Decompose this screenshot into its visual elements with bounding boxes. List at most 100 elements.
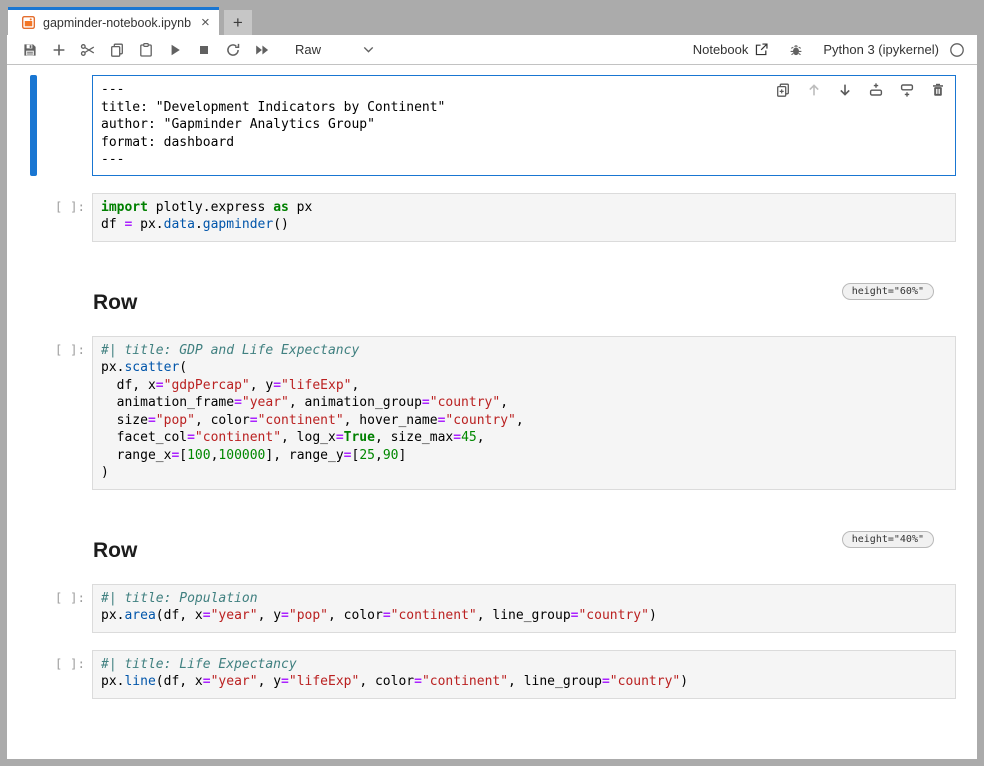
- cell-editor[interactable]: #| title: Populationpx.area(df, x="year"…: [92, 584, 956, 633]
- token-pl: (df, x: [156, 608, 203, 623]
- cell-collapser[interactable]: [30, 75, 37, 176]
- token-op: =: [234, 395, 242, 410]
- token-pl: (: [179, 360, 187, 375]
- token-pl: ,: [477, 430, 485, 445]
- insert-cell-above-button[interactable]: [868, 82, 884, 98]
- token-pl: animation_frame: [101, 395, 234, 410]
- cell-editor[interactable]: #| title: GDP and Life Expectancypx.scat…: [92, 336, 956, 490]
- token-pl: df, x: [101, 378, 156, 393]
- delete-cell-button[interactable]: [930, 82, 946, 98]
- cell-input-prompt: [ ]:: [37, 650, 92, 699]
- insert-cell-button[interactable]: [51, 42, 67, 58]
- move-cell-down-button[interactable]: [837, 82, 853, 98]
- code-line: px.area(df, x="year", y="pop", color="co…: [101, 607, 947, 625]
- token-pl: , line_group: [508, 674, 602, 689]
- external-link-icon: [754, 42, 769, 57]
- copy-icon: [109, 42, 125, 58]
- cell-input-prompt: [ ]:: [37, 193, 92, 242]
- token-str: "country": [610, 674, 680, 689]
- cell-type-dropdown[interactable]: Raw: [295, 42, 376, 57]
- code-line: facet_col="continent", log_x=True, size_…: [101, 429, 947, 447]
- token-op: =: [273, 378, 281, 393]
- token-pl: ): [649, 608, 657, 623]
- restart-run-all-button[interactable]: [254, 42, 270, 58]
- token-pl: px: [289, 200, 312, 215]
- code-line: title: "Development Indicators by Contin…: [101, 99, 947, 117]
- code-line: px.scatter(: [101, 359, 947, 377]
- paste-icon: [138, 42, 154, 58]
- token-pl: , size_max: [375, 430, 453, 445]
- token-pl: ]: [398, 448, 406, 463]
- token-pl: facet_col: [101, 430, 187, 445]
- interrupt-kernel-button[interactable]: [196, 42, 212, 58]
- copy-cells-button[interactable]: [109, 42, 125, 58]
- token-pl: , y: [258, 674, 281, 689]
- cell-collapser[interactable]: [30, 193, 37, 242]
- token-pl: ): [680, 674, 688, 689]
- cell-collapser[interactable]: [30, 584, 37, 633]
- arrow-up-icon: [806, 82, 822, 98]
- close-tab-icon[interactable]: ×: [201, 15, 210, 30]
- token-prop: data: [164, 217, 195, 232]
- restart-kernel-button[interactable]: [225, 42, 241, 58]
- notebook-view-label: Notebook: [693, 42, 749, 57]
- duplicate-cell-button[interactable]: [775, 82, 791, 98]
- cut-cells-button[interactable]: [80, 42, 96, 58]
- cell-collapser[interactable]: [30, 507, 37, 567]
- cell-editor[interactable]: import plotly.express as pxdf = px.data.…: [92, 193, 956, 242]
- token-op: =: [187, 430, 195, 445]
- token-prop: line: [124, 674, 155, 689]
- token-num: 25: [359, 448, 375, 463]
- token-kw: import: [101, 200, 148, 215]
- token-pl: , hover_name: [344, 413, 438, 428]
- rendered-markdown[interactable]: Rowheight="60%": [92, 259, 956, 319]
- cell-collapser[interactable]: [30, 336, 37, 490]
- rendered-markdown[interactable]: Rowheight="40%": [92, 507, 956, 567]
- paste-cells-button[interactable]: [138, 42, 154, 58]
- token-kw: as: [273, 200, 289, 215]
- token-str: "continent": [195, 430, 281, 445]
- row-heading: Row: [93, 539, 956, 563]
- token-pl: df: [101, 217, 124, 232]
- token-pl: (df, x: [156, 674, 203, 689]
- cell-editor[interactable]: ---title: "Development Indicators by Con…: [92, 75, 956, 176]
- token-pl: px.: [101, 674, 124, 689]
- kernel-name[interactable]: Python 3 (ipykernel): [823, 42, 939, 57]
- code-line: px.line(df, x="year", y="lifeExp", color…: [101, 673, 947, 691]
- token-str: "lifeExp": [281, 378, 351, 393]
- tab-gapminder-notebook[interactable]: gapminder-notebook.ipynb ×: [8, 7, 219, 35]
- save-icon: [22, 42, 38, 58]
- insert-cell-below-button[interactable]: [899, 82, 915, 98]
- save-button[interactable]: [22, 42, 38, 58]
- token-pl: , color: [359, 674, 414, 689]
- chevron-down-icon: [361, 42, 376, 57]
- code-cell: [ ]:#| title: GDP and Life Expectancypx.…: [30, 336, 956, 490]
- markdown-cell: Rowheight="40%": [30, 507, 956, 567]
- code-line: #| title: GDP and Life Expectancy: [101, 342, 947, 360]
- token-op: =: [148, 413, 156, 428]
- code-line: author: "Gapminder Analytics Group": [101, 116, 947, 134]
- kernel-idle-circle-icon[interactable]: [949, 42, 965, 58]
- new-tab-button[interactable]: +: [224, 10, 252, 35]
- token-op: =: [414, 674, 422, 689]
- notebook-view-button[interactable]: Notebook: [693, 42, 770, 57]
- cell-input-prompt: [37, 507, 92, 567]
- cell-input-prompt: [37, 75, 92, 176]
- cell-collapser[interactable]: [30, 650, 37, 699]
- debugger-button[interactable]: [788, 42, 804, 58]
- cell-collapser[interactable]: [30, 259, 37, 319]
- row-heading: Row: [93, 291, 956, 315]
- token-pl: px.: [101, 608, 124, 623]
- token-str: "continent": [258, 413, 344, 428]
- token-pl: , animation_group: [289, 395, 422, 410]
- token-op: =: [344, 448, 352, 463]
- token-pl: size: [101, 413, 148, 428]
- cell-editor[interactable]: #| title: Life Expectancypx.line(df, x="…: [92, 650, 956, 699]
- token-prop: scatter: [124, 360, 179, 375]
- token-num: 100000: [218, 448, 265, 463]
- token-str: "lifeExp": [289, 674, 359, 689]
- notebook-content: ---title: "Development Indicators by Con…: [7, 65, 977, 759]
- token-op: =: [602, 674, 610, 689]
- height-attribute-badge: height="60%": [842, 283, 934, 300]
- run-cell-button[interactable]: [167, 42, 183, 58]
